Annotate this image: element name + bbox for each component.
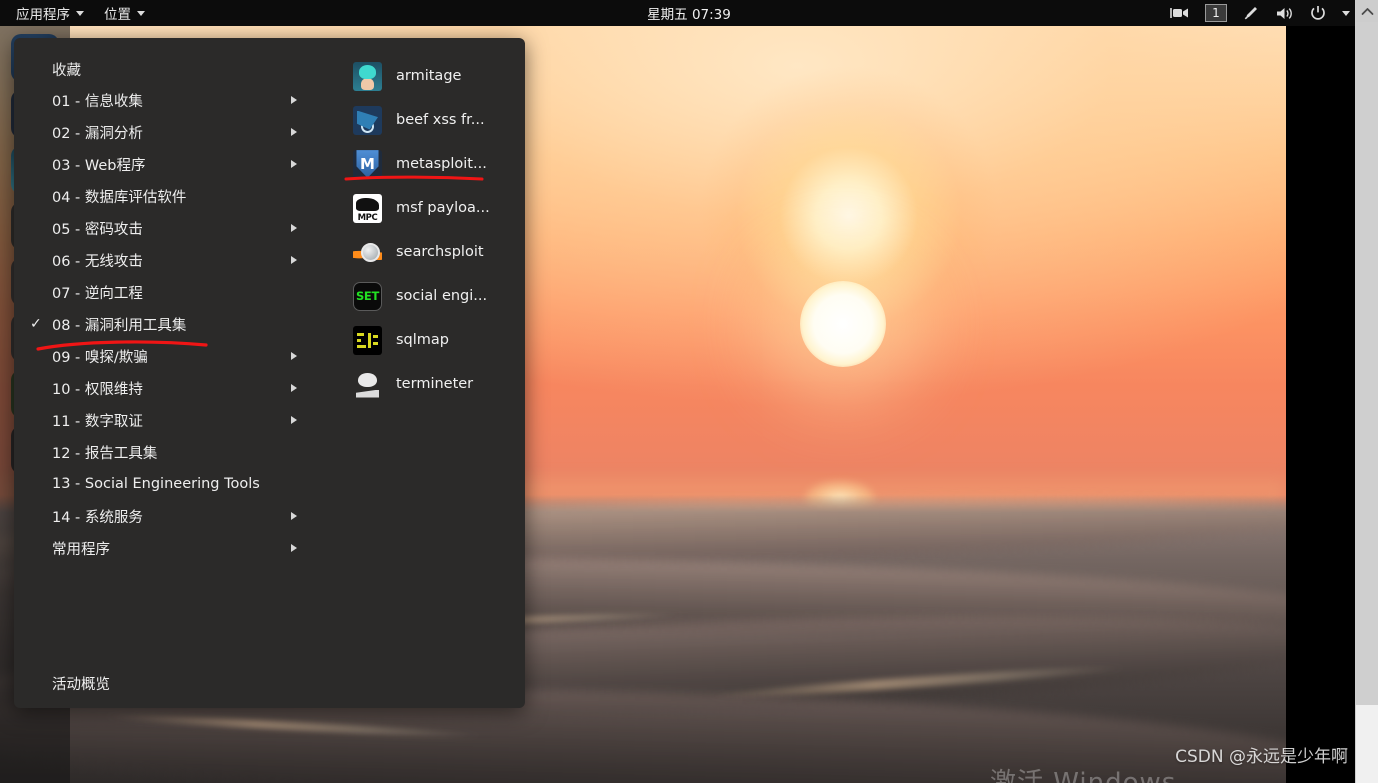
menu-category-06[interactable]: 06 - 无线攻击 bbox=[14, 244, 345, 276]
chevron-down-icon[interactable] bbox=[1342, 10, 1350, 16]
menu-category-07[interactable]: 07 - 逆向工程 bbox=[14, 276, 345, 308]
menu-category-13[interactable]: 13 - Social Engineering Tools bbox=[14, 468, 345, 500]
category-label: 03 - Web程序 bbox=[52, 157, 146, 174]
beef-xss-icon bbox=[353, 105, 382, 135]
menu-category-14[interactable]: 14 - 系统服务 bbox=[14, 500, 345, 532]
volume-icon[interactable] bbox=[1276, 6, 1294, 21]
menu-categories-pane: 收藏 01 - 信息收集 02 - 漏洞分析 03 - Web程序 04 - 数… bbox=[14, 38, 345, 708]
menu-category-10[interactable]: 10 - 权限维持 bbox=[14, 372, 345, 404]
menu-category-01[interactable]: 01 - 信息收集 bbox=[14, 84, 345, 116]
category-label: 02 - 漏洞分析 bbox=[52, 125, 143, 142]
app-item-msf-payload-creator[interactable]: msf payloa... bbox=[345, 186, 525, 230]
armitage-icon bbox=[353, 61, 382, 91]
category-label: 04 - 数据库评估软件 bbox=[52, 189, 187, 206]
top-panel: 应用程序 位置 星期五 07:39 1 bbox=[0, 0, 1378, 26]
category-label: 06 - 无线攻击 bbox=[52, 253, 143, 270]
menu-apps-pane: armitage beef xss fr... metasploit... ms… bbox=[345, 38, 525, 708]
submenu-arrow-icon bbox=[291, 256, 297, 264]
desktop-screen: 激活 Windows CSDN @永远是少年啊 应用程序 位置 星期五 07:3… bbox=[0, 0, 1378, 783]
category-label: 常用程序 bbox=[52, 541, 110, 558]
app-label: social engi... bbox=[396, 288, 488, 304]
app-label: armitage bbox=[396, 68, 462, 84]
app-item-armitage[interactable]: armitage bbox=[345, 54, 525, 98]
menu-category-04[interactable]: 04 - 数据库评估软件 bbox=[14, 180, 345, 212]
video-camera-icon[interactable] bbox=[1170, 6, 1189, 20]
menu-category-09[interactable]: 09 - 嗅探/欺骗 bbox=[14, 340, 345, 372]
app-label: beef xss fr... bbox=[396, 112, 485, 128]
category-label: 13 - Social Engineering Tools bbox=[52, 476, 260, 492]
app-label: msf payloa... bbox=[396, 200, 490, 216]
social-engineering-toolkit-icon bbox=[353, 281, 382, 311]
menu-category-common[interactable]: 常用程序 bbox=[14, 532, 345, 564]
msf-payload-creator-icon bbox=[353, 193, 382, 223]
app-item-sqlmap[interactable]: sqlmap bbox=[345, 318, 525, 362]
menu-category-11[interactable]: 11 - 数字取证 bbox=[14, 404, 345, 436]
metasploit-icon bbox=[353, 149, 382, 179]
places-menu-button[interactable]: 位置 bbox=[94, 0, 155, 26]
menu-category-05[interactable]: 05 - 密码攻击 bbox=[14, 212, 345, 244]
app-item-social-engineering-toolkit[interactable]: social engi... bbox=[345, 274, 525, 318]
submenu-arrow-icon bbox=[291, 384, 297, 392]
category-label: 05 - 密码攻击 bbox=[52, 221, 143, 238]
chevron-up-icon bbox=[1361, 7, 1374, 15]
category-label: 14 - 系统服务 bbox=[52, 509, 143, 526]
chevron-down-icon bbox=[137, 10, 145, 16]
applications-menu-label: 应用程序 bbox=[16, 7, 70, 23]
app-item-termineter[interactable]: termineter bbox=[345, 362, 525, 406]
submenu-arrow-icon bbox=[291, 512, 297, 520]
searchsploit-icon bbox=[353, 238, 382, 267]
termineter-icon bbox=[353, 370, 382, 399]
submenu-arrow-icon bbox=[291, 352, 297, 360]
workspace-indicator[interactable]: 1 bbox=[1205, 4, 1227, 22]
submenu-arrow-icon bbox=[291, 544, 297, 552]
category-label: 08 - 漏洞利用工具集 bbox=[52, 317, 187, 334]
activities-overview-button[interactable]: 活动概览 bbox=[52, 673, 110, 694]
category-label: 01 - 信息收集 bbox=[52, 93, 143, 110]
places-menu-label: 位置 bbox=[104, 7, 131, 23]
submenu-arrow-icon bbox=[291, 224, 297, 232]
power-icon[interactable] bbox=[1310, 5, 1326, 21]
scrollbar-up-button[interactable] bbox=[1356, 0, 1378, 22]
pen-icon[interactable] bbox=[1243, 5, 1260, 21]
category-label: 10 - 权限维持 bbox=[52, 381, 143, 398]
checkmark-icon: ✓ bbox=[30, 316, 42, 332]
app-item-beef-xss[interactable]: beef xss fr... bbox=[345, 98, 525, 142]
favorites-header: 收藏 bbox=[14, 54, 345, 84]
sqlmap-icon bbox=[353, 325, 382, 355]
submenu-arrow-icon bbox=[291, 416, 297, 424]
submenu-arrow-icon bbox=[291, 128, 297, 136]
submenu-arrow-icon bbox=[291, 96, 297, 104]
menu-category-08[interactable]: ✓ 08 - 漏洞利用工具集 bbox=[14, 308, 345, 340]
category-label: 09 - 嗅探/欺骗 bbox=[52, 349, 148, 366]
system-tray: 1 bbox=[1170, 0, 1350, 26]
app-label: searchsploit bbox=[396, 244, 484, 260]
category-label: 11 - 数字取证 bbox=[52, 413, 143, 430]
window-scrollbar[interactable] bbox=[1355, 0, 1378, 783]
applications-menu-popup: 收藏 01 - 信息收集 02 - 漏洞分析 03 - Web程序 04 - 数… bbox=[14, 38, 525, 708]
app-item-searchsploit[interactable]: searchsploit bbox=[345, 230, 525, 274]
menu-category-03[interactable]: 03 - Web程序 bbox=[14, 148, 345, 180]
wallpaper-sun bbox=[800, 281, 886, 367]
scrollbar-thumb[interactable] bbox=[1356, 22, 1378, 705]
favorites-label: 收藏 bbox=[52, 62, 81, 79]
app-item-metasploit[interactable]: metasploit... bbox=[345, 142, 525, 186]
menu-category-12[interactable]: 12 - 报告工具集 bbox=[14, 436, 345, 468]
category-label: 12 - 报告工具集 bbox=[52, 445, 158, 462]
category-label: 07 - 逆向工程 bbox=[52, 285, 143, 302]
chevron-down-icon bbox=[76, 10, 84, 16]
submenu-arrow-icon bbox=[291, 160, 297, 168]
applications-menu-button[interactable]: 应用程序 bbox=[6, 0, 94, 26]
clock[interactable]: 星期五 07:39 bbox=[647, 3, 731, 23]
app-label: sqlmap bbox=[396, 332, 450, 348]
app-label: termineter bbox=[396, 376, 474, 392]
menu-category-02[interactable]: 02 - 漏洞分析 bbox=[14, 116, 345, 148]
app-label: metasploit... bbox=[396, 156, 487, 172]
